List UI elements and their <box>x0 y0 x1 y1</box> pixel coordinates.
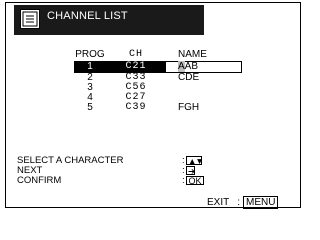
name-text: AB <box>184 61 199 72</box>
name-cell: FGH <box>178 102 200 113</box>
table-row[interactable]: 5 C39 FGH <box>74 103 242 113</box>
column-header-name: NAME <box>178 49 207 60</box>
menu-button[interactable]: MENU <box>243 196 279 209</box>
right-arrow-icon[interactable]: ➔ <box>186 166 195 175</box>
table-row-selected[interactable]: 1 C21 AAB <box>74 61 242 73</box>
table-row[interactable]: 3 C56 <box>74 83 242 93</box>
name-cell <box>166 83 242 93</box>
prog-cell: 1 <box>74 61 106 73</box>
column-header-ch: CH <box>128 49 143 60</box>
confirm-label: CONFIRM <box>17 175 62 186</box>
osd-screen: CHANNEL LIST PROG CH NAME 1 C21 AAB 2 C3… <box>5 2 301 209</box>
exit-label: EXIT <box>207 197 230 208</box>
title-bar: CHANNEL LIST <box>14 5 204 35</box>
exit-hint: EXIT: MENU <box>207 196 279 209</box>
table-row[interactable]: 2 C33 CDE <box>74 73 242 84</box>
channel-table: PROG CH NAME 1 C21 AAB 2 C33 CDE 3 C56 4… <box>74 50 242 113</box>
ok-button[interactable]: OK <box>186 176 204 186</box>
column-header-prog: PROG <box>75 49 105 60</box>
ch-cell: C21 <box>106 61 166 73</box>
character-cursor[interactable]: A <box>178 61 185 72</box>
page-title: CHANNEL LIST <box>47 10 128 22</box>
name-cell: CDE <box>178 72 200 83</box>
table-header-row: PROG CH NAME <box>74 50 242 62</box>
menu-list-icon <box>20 9 40 29</box>
table-row[interactable]: 4 C27 <box>74 93 242 103</box>
up-down-arrows-icon[interactable]: ▲▼ <box>186 156 204 165</box>
ch-cell: C39 <box>125 102 147 113</box>
name-cell-editing[interactable]: AAB <box>166 61 242 73</box>
prog-cell: 5 <box>87 102 93 113</box>
